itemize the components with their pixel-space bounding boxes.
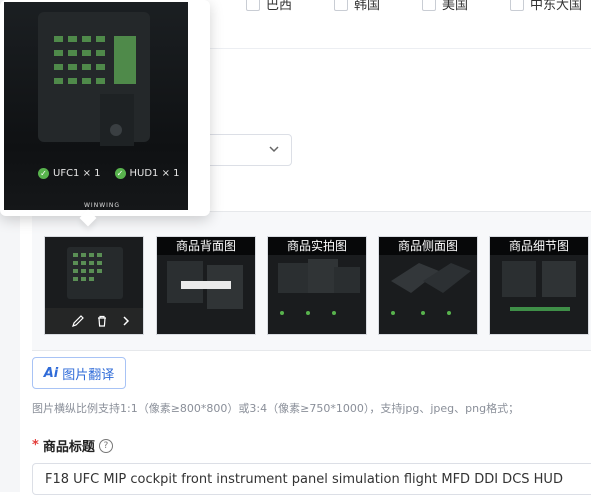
help-icon[interactable]: ? (98, 438, 113, 453)
product-real-image (278, 259, 360, 315)
ai-icon: Ai (43, 365, 59, 381)
brand-logo: WINWING (84, 202, 121, 209)
translate-button-label: 图片翻译 (62, 367, 115, 383)
thumbnail-side[interactable]: 商品侧面图 (378, 236, 478, 335)
delete-icon[interactable] (95, 314, 109, 328)
product-detail-image (502, 261, 576, 311)
image-translate-button[interactable]: Ai 图片翻译 (32, 357, 126, 389)
image-requirement-hint: 图片横纵比例支持1:1（像素≥800*800）或3:4（像素≥750*1000）… (32, 402, 520, 415)
image-preview-popover: ✓ UFC1 × 1 ✓ HUD1 × 1 WINWING (0, 0, 210, 227)
checkbox-brazil[interactable]: 巴西 (246, 0, 292, 13)
product-side-image (391, 263, 471, 315)
product-title-input[interactable]: F18 UFC MIP cockpit front instrument pan… (32, 463, 591, 495)
checkbox-middle-east[interactable]: 中东大国 (510, 0, 582, 13)
thumbnail-main[interactable] (44, 236, 144, 335)
checkbox-korea[interactable]: 韩国 (334, 0, 380, 13)
required-asterisk: * (32, 438, 39, 453)
product-title-label: * 商品标题 ? (32, 436, 113, 455)
thumbnail-detail[interactable]: 商品细节图 (489, 236, 589, 335)
check-circle-icon: ✓ (38, 168, 49, 179)
product-back-image (167, 261, 243, 309)
preview-legend: ✓ UFC1 × 1 ✓ HUD1 × 1 (38, 168, 180, 179)
check-circle-icon: ✓ (114, 168, 126, 179)
checkbox-usa[interactable]: 美国 (422, 0, 468, 13)
edit-icon[interactable] (71, 314, 85, 328)
legend-item: ✓ UFC1 × 1 (38, 168, 101, 179)
thumbnail-actions (45, 308, 143, 334)
thumbnail-real[interactable]: 商品实拍图 (267, 236, 367, 335)
thumbnail-back[interactable]: 商品背面图 (156, 236, 256, 335)
region-checkbox-row: 巴西 韩国 美国 中东大国 (210, 0, 591, 18)
chevron-down-icon (269, 146, 279, 153)
preview-image: ✓ UFC1 × 1 ✓ HUD1 × 1 WINWING (4, 2, 188, 210)
legend-item: ✓ HUD1 × 1 (114, 168, 180, 179)
chevron-right-icon[interactable] (119, 314, 133, 328)
divider (210, 48, 591, 49)
